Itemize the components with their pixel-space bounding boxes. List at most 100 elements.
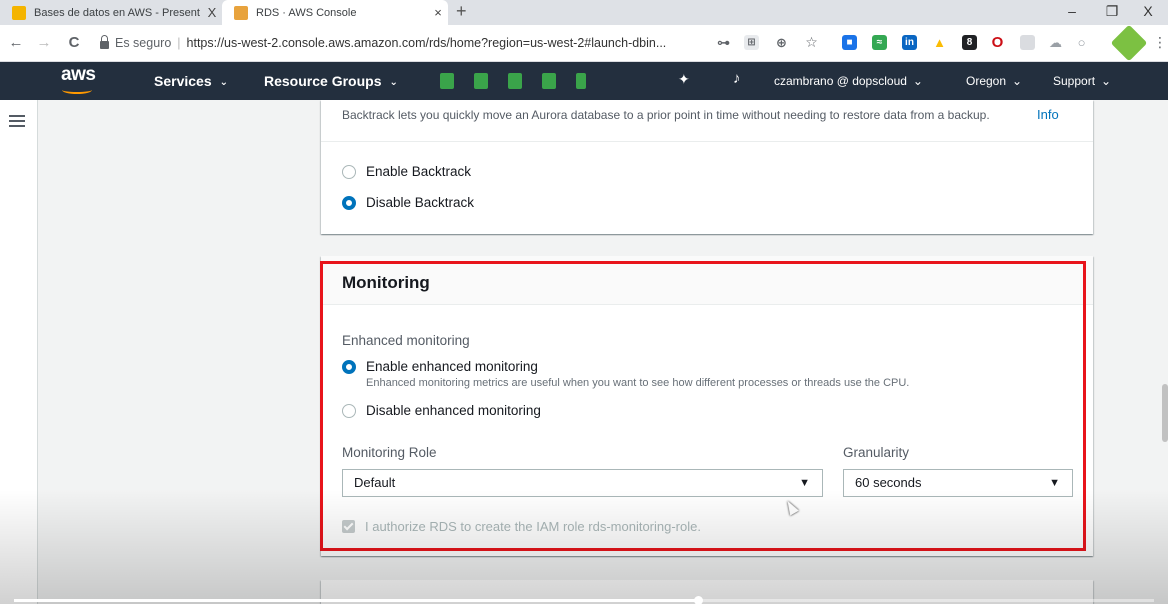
radio-selected-icon[interactable] — [342, 359, 356, 374]
page-scrollbar-thumb[interactable] — [1162, 384, 1168, 442]
granularity-select[interactable]: 60 seconds ▼ — [843, 469, 1073, 497]
monitoring-role-select[interactable]: Default ▼ — [342, 469, 823, 497]
enhanced-monitoring-label: Enhanced monitoring — [342, 333, 470, 348]
services-label: Services — [154, 73, 212, 89]
aws-favicon-icon — [234, 5, 248, 20]
radio-unselected-icon[interactable] — [342, 164, 356, 179]
browser-toolbar: ← → C Es seguro | https://us-west-2.cons… — [0, 24, 1168, 62]
video-progress-bar[interactable] — [14, 596, 1154, 604]
ext-gray-icon[interactable] — [1020, 35, 1035, 50]
backtrack-description: Backtrack lets you quickly move an Auror… — [342, 108, 990, 122]
lock-icon — [100, 35, 109, 49]
granularity-label: Granularity — [843, 445, 910, 460]
service-shortcut-icon[interactable] — [542, 73, 556, 89]
tab-title: RDS · AWS Console — [256, 6, 357, 19]
authorize-iam-role-label: I authorize RDS to create the IAM role r… — [365, 519, 701, 534]
key-icon[interactable]: ⊶ — [716, 35, 731, 50]
tab-close-icon[interactable]: × — [428, 5, 448, 20]
ext-blue-icon[interactable]: ■ — [842, 35, 857, 50]
enable-enhanced-monitoring-label: Enable enhanced monitoring — [366, 359, 538, 374]
disable-backtrack-label: Disable Backtrack — [366, 195, 475, 210]
zoom-icon[interactable]: ⊕ — [774, 35, 789, 50]
back-icon[interactable]: ← — [6, 34, 26, 51]
chevron-down-icon: ⌄ — [912, 74, 923, 88]
service-shortcut-icon[interactable] — [474, 73, 488, 89]
tab-title: Bases de datos en AWS - Present — [34, 6, 200, 19]
account-label: czambrano @ dopscloud — [774, 74, 907, 88]
monitoring-role-label: Monitoring Role — [342, 445, 437, 460]
reload-icon[interactable]: C — [64, 34, 84, 51]
disable-enhanced-monitoring-label: Disable enhanced monitoring — [366, 403, 541, 418]
browser-tab-rds[interactable]: RDS · AWS Console × — [222, 0, 448, 25]
chevron-down-icon: ⌄ — [1012, 74, 1023, 88]
enable-backtrack-option[interactable]: Enable Backtrack — [342, 164, 471, 179]
star-icon[interactable]: ☆ — [804, 35, 819, 50]
support-menu[interactable]: Support ⌄ — [1053, 74, 1111, 88]
video-progress-knob[interactable] — [694, 596, 703, 604]
secure-label: Es seguro — [115, 36, 172, 50]
left-sidebar — [0, 100, 38, 604]
linkedin-icon[interactable]: in — [902, 35, 917, 50]
bell-icon[interactable]: ♪ — [733, 70, 741, 87]
dropdown-arrow-icon: ▼ — [1049, 477, 1060, 489]
aws-smile-icon — [62, 86, 92, 94]
new-tab-button[interactable]: + — [456, 0, 467, 25]
ext-orange-icon[interactable]: ▲ — [932, 35, 947, 50]
close-window-button[interactable]: X — [1128, 0, 1168, 25]
resource-groups-menu[interactable]: Resource Groups ⌄ — [264, 73, 398, 89]
account-menu[interactable]: czambrano @ dopscloud ⌄ — [774, 74, 923, 88]
ext-dark-icon[interactable]: 8 — [962, 35, 977, 50]
browser-tab-slides[interactable]: Bases de datos en AWS - Present X — [0, 0, 222, 25]
address-bar[interactable]: Es seguro | https://us-west-2.console.aw… — [100, 32, 700, 54]
service-shortcut-icon[interactable] — [440, 73, 454, 89]
opera-icon[interactable]: O — [990, 35, 1005, 50]
translate-icon[interactable]: ⊞ — [744, 35, 759, 50]
enable-backtrack-label: Enable Backtrack — [366, 164, 472, 179]
restore-button[interactable]: ❐ — [1092, 0, 1132, 25]
services-menu[interactable]: Services ⌄ — [154, 73, 228, 89]
granularity-value: 60 seconds — [855, 475, 922, 490]
chevron-down-icon: ⌄ — [1101, 74, 1112, 88]
aws-logo[interactable]: aws — [58, 64, 102, 96]
url-text: https://us-west-2.console.aws.amazon.com… — [186, 36, 667, 50]
monitoring-role-value: Default — [354, 475, 396, 490]
ext-green-icon[interactable]: ≈ — [872, 35, 887, 50]
aws-logo-text: aws — [61, 64, 96, 85]
service-shortcut-icon[interactable] — [576, 73, 586, 89]
minimize-button[interactable]: – — [1052, 0, 1092, 25]
backtrack-info-link[interactable]: Info — [1037, 107, 1059, 122]
disable-backtrack-option[interactable]: Disable Backtrack — [342, 195, 474, 210]
forward-icon[interactable]: → — [34, 34, 54, 51]
checkbox-checked-icon[interactable] — [342, 520, 355, 533]
cloud-icon[interactable]: ☁ — [1048, 35, 1063, 50]
authorize-iam-role-checkbox-row[interactable]: I authorize RDS to create the IAM role r… — [342, 519, 701, 534]
resource-groups-label: Resource Groups — [264, 73, 382, 89]
divider — [321, 141, 1093, 142]
support-label: Support — [1053, 74, 1096, 88]
pin-icon[interactable]: ✦ — [678, 71, 690, 88]
chevron-down-icon: ⌄ — [389, 77, 398, 88]
profile-avatar-icon[interactable] — [1110, 24, 1148, 62]
enhanced-monitoring-hint: Enhanced monitoring metrics are useful w… — [366, 377, 910, 389]
region-label: Oregon — [966, 74, 1007, 88]
backtrack-panel: Backtrack lets you quickly move an Auror… — [321, 100, 1093, 234]
radio-unselected-icon[interactable] — [342, 403, 356, 418]
monitoring-header: Monitoring — [321, 256, 1093, 305]
chevron-down-icon: ⌄ — [219, 77, 228, 88]
service-shortcut-icon[interactable] — [508, 73, 522, 89]
tab-close-icon[interactable]: X — [202, 5, 222, 20]
browser-menu-icon[interactable]: ⋮ — [1153, 34, 1167, 51]
aws-top-nav: aws Services ⌄ Resource Groups ⌄ ✦ ♪ czamb… — [0, 62, 1168, 100]
search-ext-icon[interactable]: ○ — [1074, 35, 1089, 50]
monitoring-title: Monitoring — [342, 273, 430, 292]
dropdown-arrow-icon: ▼ — [799, 477, 810, 489]
radio-selected-icon[interactable] — [342, 195, 356, 210]
region-menu[interactable]: Oregon ⌄ — [966, 74, 1022, 88]
disable-enhanced-monitoring-option[interactable]: Disable enhanced monitoring — [342, 403, 541, 418]
menu-icon[interactable] — [9, 115, 25, 127]
monitoring-panel: Monitoring Enhanced monitoring Enable en… — [321, 256, 1093, 556]
enable-enhanced-monitoring-option[interactable]: Enable enhanced monitoring — [342, 359, 538, 374]
video-progress-fill — [14, 599, 698, 602]
slides-favicon-icon — [12, 5, 26, 20]
browser-tab-strip: Bases de datos en AWS - Present X RDS · … — [0, 0, 1168, 25]
